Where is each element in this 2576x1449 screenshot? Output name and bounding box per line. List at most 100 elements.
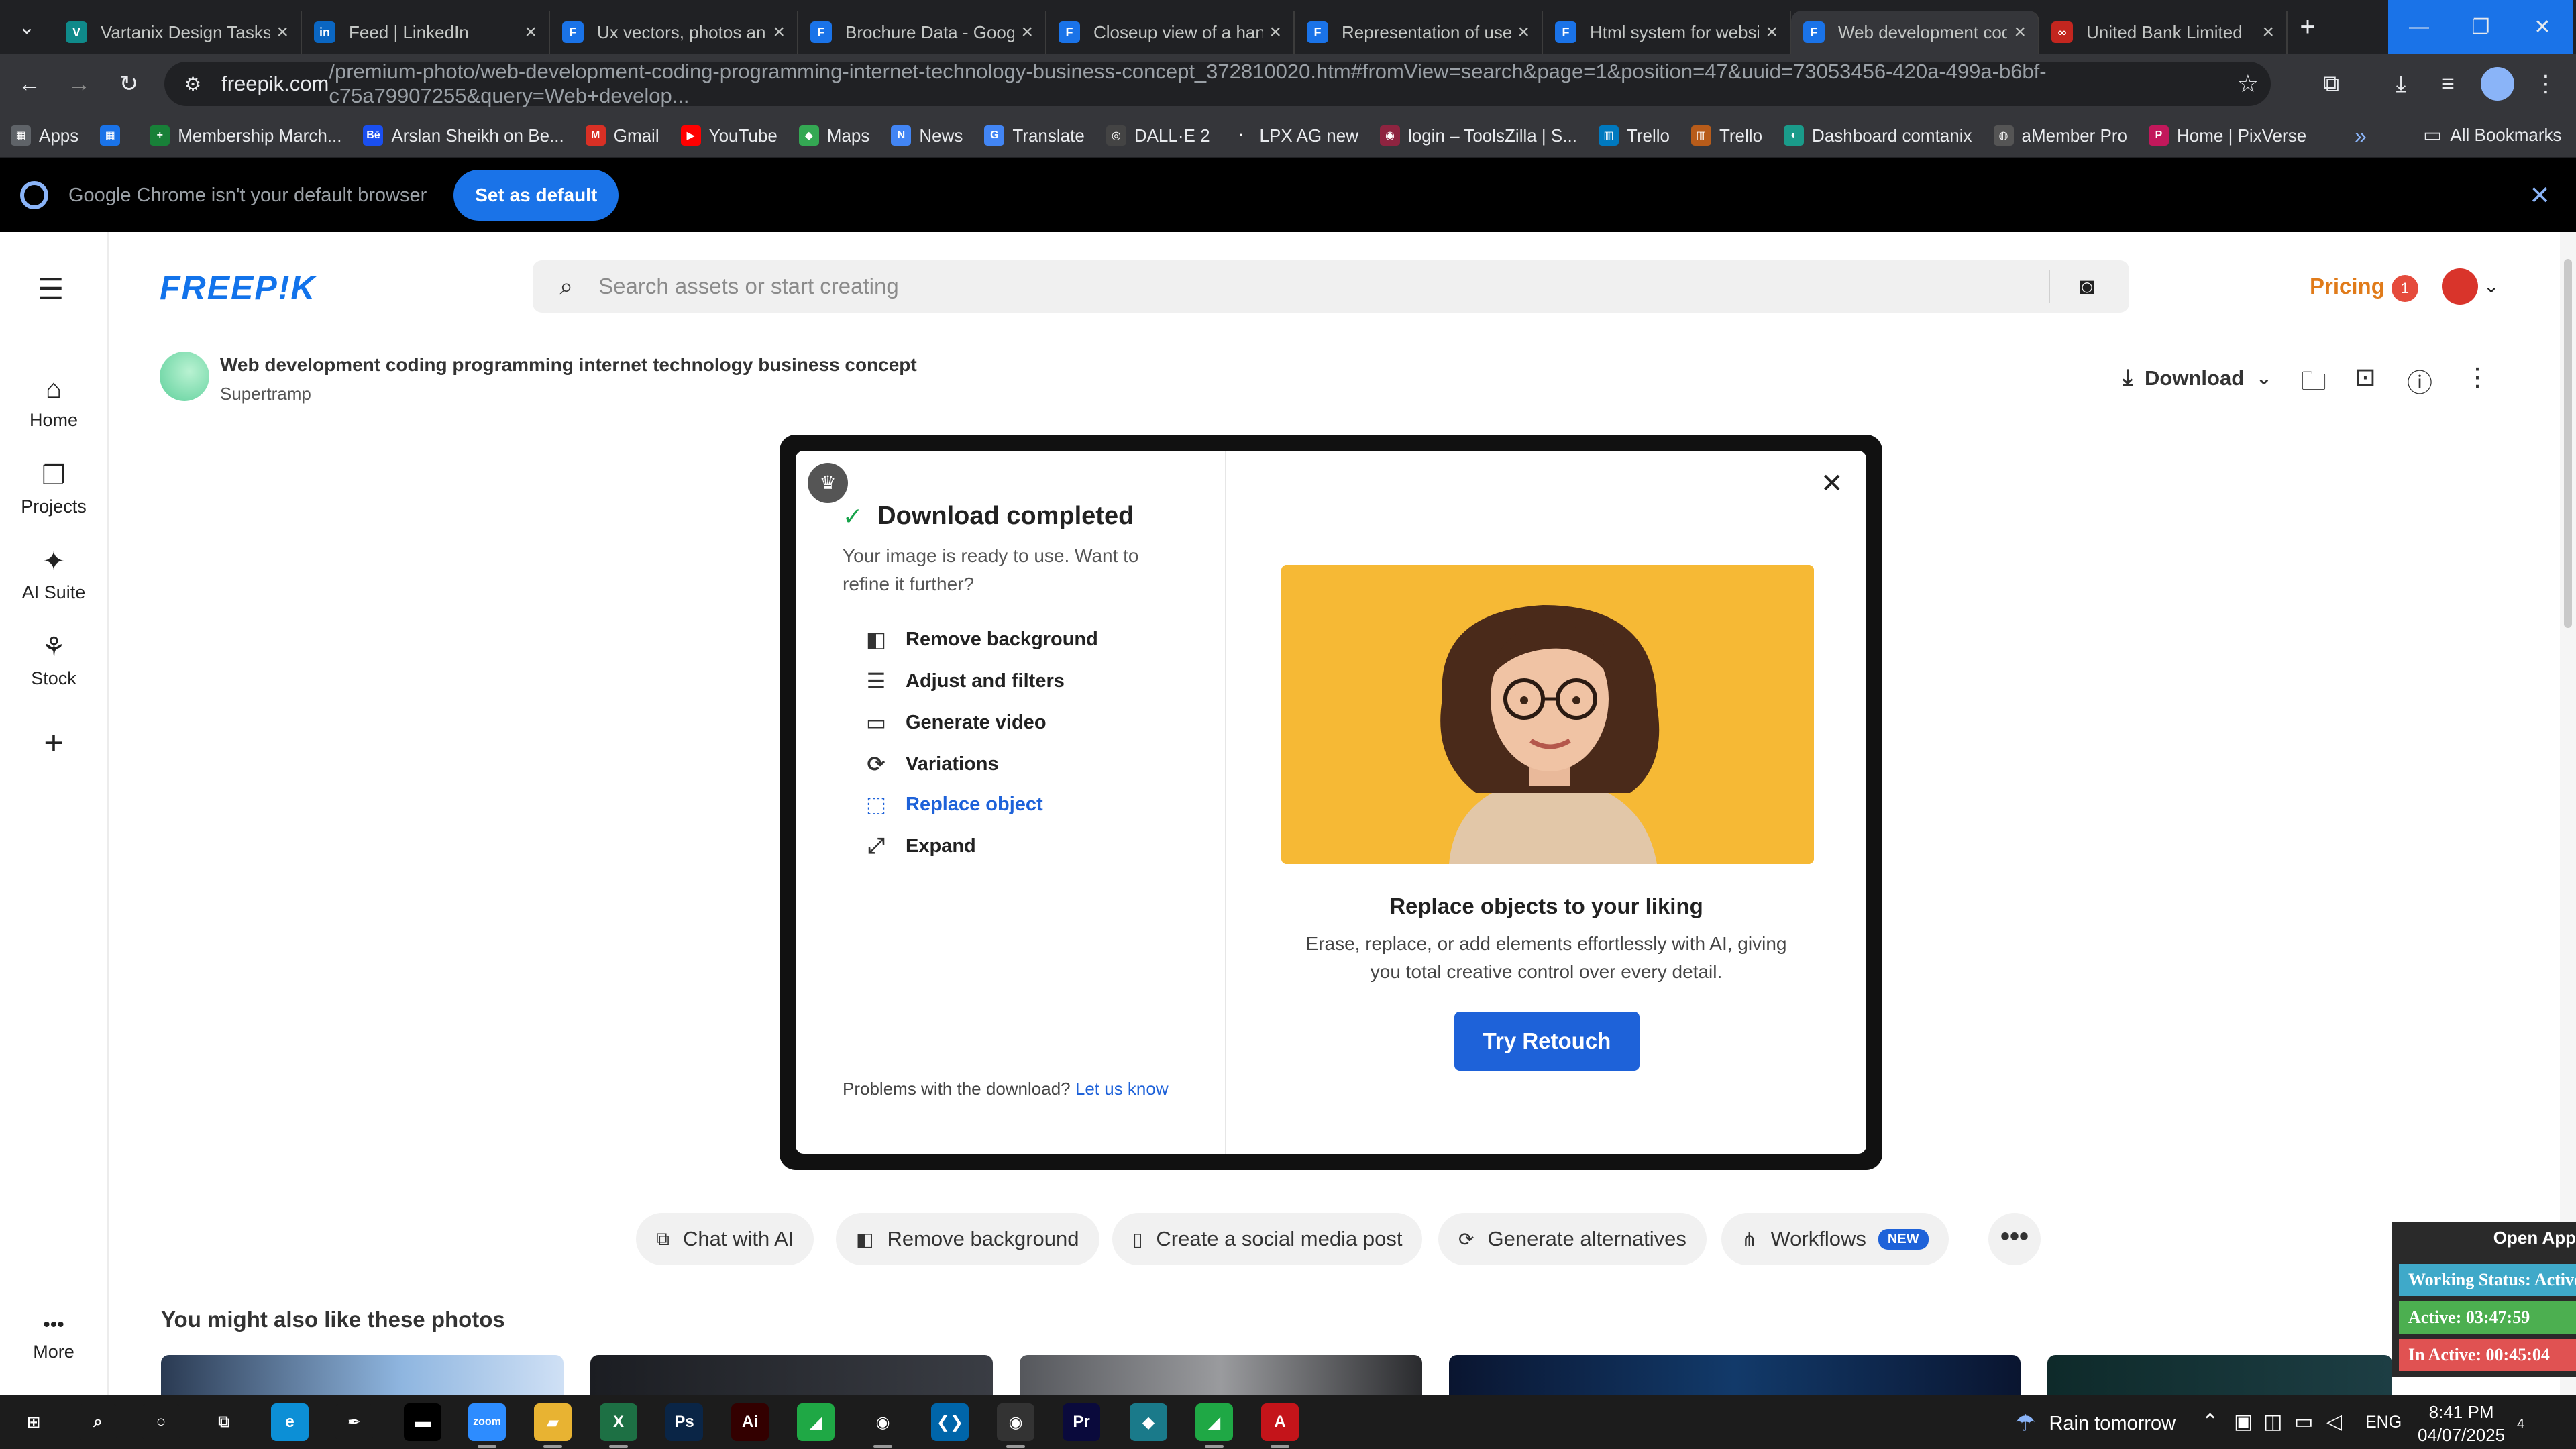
download-button[interactable]: ⤓ Download ⌄ <box>2123 365 2272 391</box>
taskbar-app-app-teal-icon[interactable]: ◆ <box>1130 1403 1167 1441</box>
taskbar-app-app-green-icon[interactable]: ◢ <box>797 1403 835 1441</box>
more-options-icon[interactable]: ⋮ <box>2465 362 2490 392</box>
language-indicator[interactable]: ENG <box>2365 1413 2402 1432</box>
window-minimize-button[interactable]: — <box>2388 0 2450 54</box>
taskbar-app-chrome-active-icon[interactable]: ◉ <box>997 1403 1034 1448</box>
taskbar-app-excel-icon[interactable]: X <box>600 1403 637 1448</box>
let-us-know-link[interactable]: Let us know <box>1075 1079 1169 1099</box>
profile-avatar[interactable] <box>2481 67 2514 101</box>
author-avatar[interactable] <box>160 352 209 401</box>
bookmark-item[interactable]: ▦ <box>100 125 128 146</box>
notification-center-icon[interactable]: 4 <box>2517 1409 2524 1434</box>
extensions-icon[interactable]: ⧉ <box>2313 66 2349 102</box>
browser-tab[interactable]: F Closeup view of a hand... × <box>1046 11 1295 54</box>
taskbar-app-zoom-icon[interactable]: zoom <box>468 1403 506 1448</box>
sidebar-item-ai-suite[interactable]: ✦ AI Suite <box>0 546 107 603</box>
workflows-chip[interactable]: ⋔ Workflows NEW <box>1721 1213 1949 1265</box>
sidebar-item-home[interactable]: ⌂ Home <box>0 374 107 431</box>
bookmark-item[interactable]: ▥ Trello <box>1690 125 1762 146</box>
taskbar-app-illustrator-icon[interactable]: Ai <box>731 1403 769 1441</box>
browser-tab[interactable]: V Vartanix Design Tasks × <box>54 11 302 54</box>
all-bookmarks-button[interactable]: ▭ All Bookmarks <box>2423 123 2562 147</box>
tab-close-icon[interactable]: × <box>1269 21 1281 44</box>
volume-icon[interactable]: ◁ <box>2326 1410 2342 1434</box>
taskbar-app-premiere-icon[interactable]: Pr <box>1063 1403 1100 1441</box>
back-icon[interactable]: ← <box>9 64 50 104</box>
bookmark-item[interactable]: ▦ Apps <box>11 125 78 146</box>
taskbar-app-task-view-icon[interactable]: ⧉ <box>205 1403 243 1441</box>
system-clock[interactable]: 8:41 PM 04/07/2025 <box>2418 1401 2505 1446</box>
bookmark-item[interactable]: N News <box>891 125 963 146</box>
menu-hamburger-icon[interactable]: ☰ <box>38 272 64 307</box>
bookmark-item[interactable]: G Translate <box>984 125 1085 146</box>
taskbar-app-acrobat-icon[interactable]: A <box>1261 1403 1299 1448</box>
window-close-button[interactable]: ✕ <box>2512 0 2573 54</box>
bookmark-item[interactable]: ◎ DALL·E 2 <box>1106 125 1210 146</box>
open-app-button[interactable]: Open App <box>2493 1228 2576 1248</box>
taskbar-app-app-green-2-icon[interactable]: ◢ <box>1195 1403 1233 1448</box>
camera-search-icon[interactable]: ◙ <box>2080 272 2094 301</box>
option-adjust-filters[interactable]: ☰ Adjust and filters <box>863 668 1065 694</box>
taskbar-app-search-icon[interactable]: ⌕ <box>79 1403 117 1441</box>
taskbar-app-chrome-icon[interactable]: ◉ <box>864 1403 902 1448</box>
reload-icon[interactable]: ↻ <box>109 64 149 104</box>
option-replace-object[interactable]: ⬚ Replace object <box>863 792 1043 817</box>
browser-tab[interactable]: ∞ United Bank Limited × <box>2039 11 2288 54</box>
user-avatar[interactable] <box>2442 268 2478 305</box>
social-media-post-chip[interactable]: ▯ Create a social media post <box>1112 1213 1423 1265</box>
option-variations[interactable]: ⟳ Variations <box>863 751 999 777</box>
bookmark-item[interactable]: ◉ login – ToolsZilla | S... <box>1379 125 1577 146</box>
freepik-logo[interactable]: FREEP!K <box>160 268 316 307</box>
browser-tab[interactable]: F Web development coding... × <box>1791 11 2039 54</box>
sidebar-item-stock[interactable]: ⚘ Stock <box>0 632 107 689</box>
chevron-up-icon[interactable]: ⌃ <box>2202 1410 2218 1434</box>
taskbar-app-photoshop-icon[interactable]: Ps <box>665 1403 703 1441</box>
tab-close-icon[interactable]: × <box>2014 21 2026 44</box>
more-actions-button[interactable]: ••• <box>1988 1213 2041 1265</box>
meet-now-icon[interactable]: ▣ <box>2234 1410 2253 1434</box>
tab-search-chevron-icon[interactable]: ⌄ <box>0 0 54 54</box>
pricing-link[interactable]: Pricing <box>2310 274 2385 299</box>
bookmark-item[interactable]: + Membership March... <box>150 125 341 146</box>
generate-alternatives-chip[interactable]: ⟳ Generate alternatives <box>1438 1213 1707 1265</box>
bookmark-item[interactable]: ◐ Dashboard comtanix <box>1784 125 1972 146</box>
related-photo-thumbnail[interactable] <box>161 1355 564 1395</box>
scrollbar-thumb[interactable] <box>2564 259 2572 628</box>
bookmark-item[interactable]: P Home | PixVerse <box>2149 125 2306 146</box>
option-expand[interactable]: ⤢ Expand <box>863 833 976 859</box>
taskbar-app-start-icon[interactable]: ⊞ <box>15 1403 52 1441</box>
chevron-down-icon[interactable]: ⌄ <box>2483 275 2499 297</box>
option-generate-video[interactable]: ▭ Generate video <box>863 710 1046 735</box>
bookmark-item[interactable]: M Gmail <box>585 125 659 146</box>
tab-close-icon[interactable]: × <box>773 21 785 44</box>
set-as-default-button[interactable]: Set as default <box>453 170 619 221</box>
downloads-icon[interactable]: ⤓ <box>2383 66 2419 102</box>
related-photo-thumbnail[interactable] <box>2047 1355 2392 1395</box>
bookmark-star-icon[interactable]: ☆ <box>2237 70 2259 98</box>
bookmark-item[interactable]: ◍ aMember Pro <box>1993 125 2127 146</box>
taskbar-app-file-explorer-icon[interactable]: ▰ <box>534 1403 572 1448</box>
save-to-folder-icon[interactable]: 🗀 <box>2301 362 2326 406</box>
related-photo-thumbnail[interactable] <box>1020 1355 1422 1395</box>
sidebar-item-projects[interactable]: ❐ Projects <box>0 460 107 517</box>
chat-with-ai-chip[interactable]: ⧉ Chat with AI <box>636 1213 814 1265</box>
tab-close-icon[interactable]: × <box>1766 21 1778 44</box>
window-maximize-button[interactable]: ❐ <box>2450 0 2512 54</box>
taskbar-app-cortana-icon[interactable]: ○ <box>142 1403 180 1441</box>
chrome-menu-icon[interactable]: ⋮ <box>2528 66 2564 102</box>
search-input[interactable]: ⌕ Search assets or start creating ◙ <box>533 260 2129 313</box>
media-controls-icon[interactable]: ≡ <box>2430 66 2466 102</box>
info-icon[interactable]: ⓘ <box>2407 362 2432 399</box>
related-photo-thumbnail[interactable] <box>1449 1355 2021 1395</box>
monitor-icon[interactable]: ◫ <box>2263 1410 2282 1434</box>
browser-tab[interactable]: F Representation of user... × <box>1295 11 1543 54</box>
browser-tab[interactable]: in Feed | LinkedIn × <box>302 11 550 54</box>
asset-author[interactable]: Supertramp <box>220 384 311 405</box>
remove-background-chip[interactable]: ◧ Remove background <box>836 1213 1099 1265</box>
weather-widget[interactable]: ☂ Rain tomorrow <box>2015 1410 2176 1437</box>
bookmark-item[interactable]: ▶ YouTube <box>680 125 777 146</box>
try-retouch-button[interactable]: Try Retouch <box>1454 1012 1640 1071</box>
bookmark-item[interactable]: · LPX AG new <box>1231 125 1358 146</box>
network-icon[interactable]: ▭ <box>2294 1410 2313 1434</box>
site-info-icon[interactable]: ⚙ <box>184 73 201 95</box>
